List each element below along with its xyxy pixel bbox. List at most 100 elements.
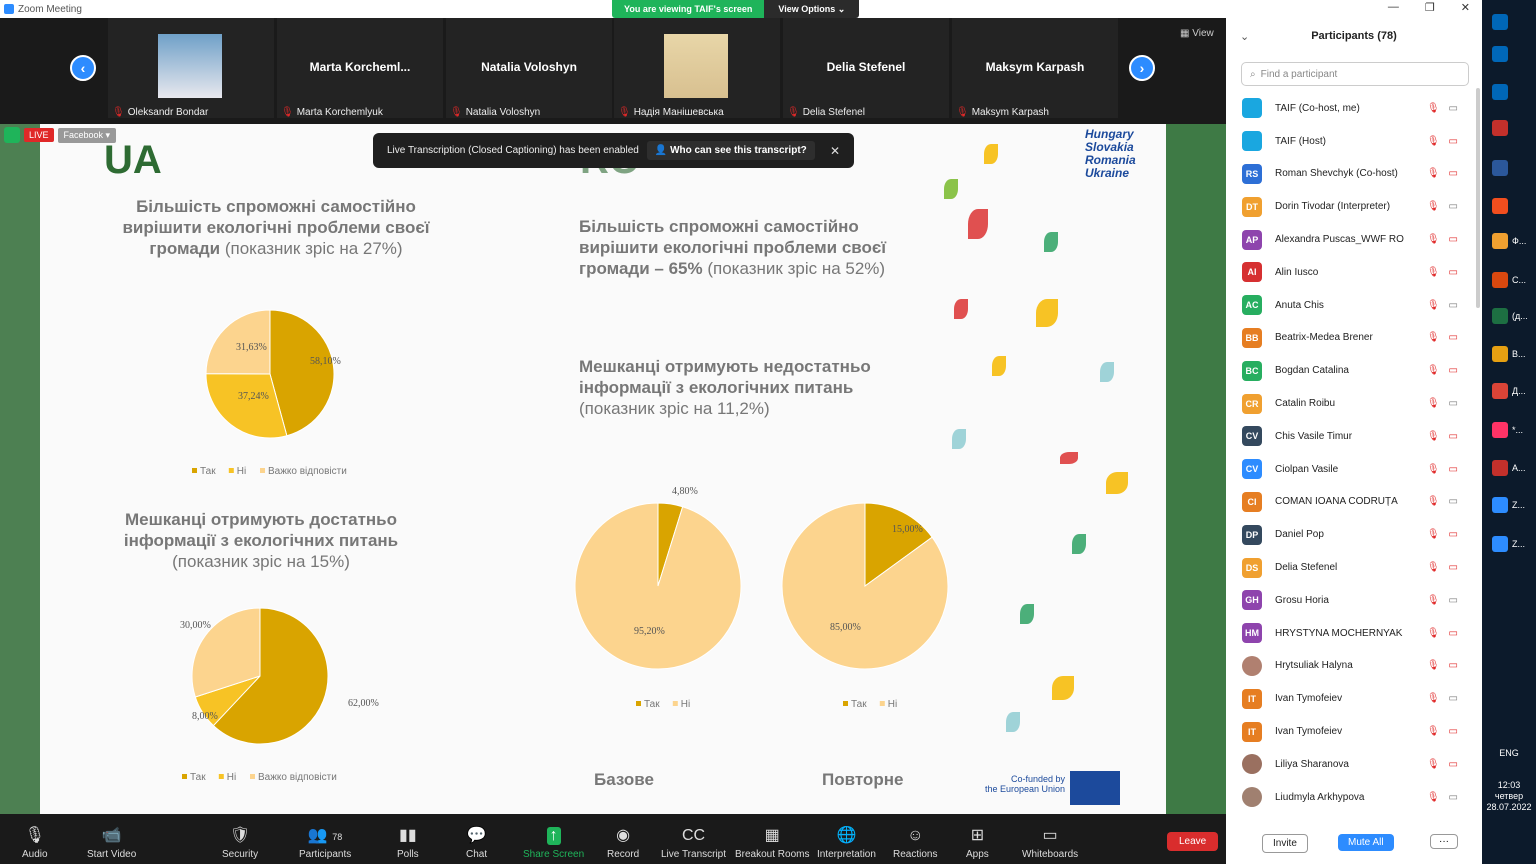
taskbar-app-icon[interactable]: [1492, 160, 1528, 176]
restore-icon[interactable]: ❐: [1425, 1, 1435, 14]
mic-muted-icon[interactable]: 🎙: [1427, 628, 1440, 639]
mic-muted-icon[interactable]: 🎙: [1427, 234, 1440, 245]
video-tile[interactable]: Delia Stefenel 🎙 Delia Stefenel: [783, 18, 949, 118]
share-screen-button[interactable]: ↑ Share Screen: [523, 814, 584, 864]
video-icon[interactable]: ▭: [1449, 398, 1458, 409]
mic-muted-icon[interactable]: 🎙: [1427, 660, 1440, 671]
video-tile[interactable]: Natalia Voloshyn 🎙 Natalia Voloshyn: [446, 18, 612, 118]
video-icon[interactable]: ▭: [1449, 529, 1458, 540]
video-icon[interactable]: ▭: [1449, 660, 1458, 671]
participant-row[interactable]: CV Ciolpan Vasile 🎙 ▭: [1242, 453, 1474, 486]
taskbar-app-icon[interactable]: А...: [1492, 460, 1528, 476]
audio-button[interactable]: 🎙 Audio: [22, 814, 48, 864]
taskbar-app-icon[interactable]: *...: [1492, 422, 1528, 438]
video-icon[interactable]: ▭: [1449, 595, 1458, 606]
participant-row[interactable]: BC Bogdan Catalina 🎙 ▭: [1242, 354, 1474, 387]
language-indicator[interactable]: ENG: [1482, 748, 1536, 758]
security-button[interactable]: 🛡 Security: [222, 814, 258, 864]
participant-row[interactable]: HM HRYSTYNA MOCHERNYAK 🎙 ▭: [1242, 617, 1474, 650]
search-input[interactable]: ⌕ Find a participant: [1241, 62, 1469, 86]
video-icon[interactable]: ▭: [1449, 234, 1458, 245]
participant-row[interactable]: IT Ivan Tymofeiev 🎙 ▭: [1242, 715, 1474, 748]
video-icon[interactable]: ▭: [1449, 628, 1458, 639]
video-icon[interactable]: ▭: [1449, 562, 1458, 573]
mic-muted-icon[interactable]: 🎙: [1427, 595, 1440, 606]
mic-muted-icon[interactable]: 🎙: [1427, 496, 1440, 507]
reactions-button[interactable]: ☺ Reactions: [893, 814, 937, 864]
mic-muted-icon[interactable]: 🎙: [1427, 103, 1440, 114]
whiteboards-button[interactable]: ▭ Whiteboards: [1022, 814, 1078, 864]
close-icon[interactable]: ✕: [1461, 1, 1470, 14]
participant-row[interactable]: Liliya Sharanova 🎙 ▭: [1242, 748, 1474, 781]
video-icon[interactable]: ▭: [1449, 168, 1458, 179]
taskbar-app-icon[interactable]: Z...: [1492, 497, 1528, 513]
close-icon[interactable]: ✕: [830, 144, 840, 158]
video-icon[interactable]: ▭: [1449, 136, 1458, 147]
apps-button[interactable]: ⊞ Apps: [966, 814, 989, 864]
interpretation-button[interactable]: 🌐 Interpretation: [817, 814, 876, 864]
clock[interactable]: 12:03 четвер 28.07.2022: [1482, 780, 1536, 813]
mic-muted-icon[interactable]: 🎙: [1427, 136, 1440, 147]
video-tile[interactable]: Marta Korcheml... 🎙 Marta Korchemlyuk: [277, 18, 443, 118]
taskbar-app-icon[interactable]: [1492, 120, 1528, 136]
record-button[interactable]: ◉ Record: [607, 814, 639, 864]
mic-muted-icon[interactable]: 🎙: [1427, 332, 1440, 343]
leave-button[interactable]: Leave: [1167, 832, 1219, 851]
video-icon[interactable]: ▭: [1449, 726, 1458, 737]
participant-row[interactable]: AP Alexandra Puscas_WWF RO 🎙 ▭: [1242, 223, 1474, 256]
video-icon[interactable]: ▭: [1449, 332, 1458, 343]
mic-muted-icon[interactable]: 🎙: [1427, 267, 1440, 278]
video-icon[interactable]: ▭: [1449, 693, 1458, 704]
breakout-rooms-button[interactable]: ▦ Breakout Rooms: [735, 814, 809, 864]
mic-muted-icon[interactable]: 🎙: [1427, 562, 1440, 573]
participant-row[interactable]: IT Ivan Tymofeiev 🎙 ▭: [1242, 682, 1474, 715]
participant-row[interactable]: Liudmyla Arkhypova 🎙 ▭: [1242, 781, 1474, 814]
view-button[interactable]: ▦ View: [1180, 28, 1214, 39]
mic-muted-icon[interactable]: 🎙: [1427, 201, 1440, 212]
next-page-icon[interactable]: ›: [1129, 55, 1155, 81]
video-tile[interactable]: 🎙 Надія Манішевська: [614, 18, 780, 118]
polls-button[interactable]: ▮▮ Polls: [397, 814, 419, 864]
mic-muted-icon[interactable]: 🎙: [1427, 300, 1440, 311]
taskbar-app-icon[interactable]: [1492, 46, 1528, 62]
video-tile[interactable]: Maksym Karpash 🎙 Maksym Karpash: [952, 18, 1118, 118]
start-video-button[interactable]: 📹 Start Video: [87, 814, 136, 864]
participant-row[interactable]: AC Anuta Chis 🎙 ▭: [1242, 289, 1474, 322]
video-tile[interactable]: 🎙 Oleksandr Bondar: [108, 18, 274, 118]
video-icon[interactable]: ▭: [1449, 267, 1458, 278]
who-can-see-button[interactable]: 👤 Who can see this transcript?: [646, 141, 815, 160]
participants-button[interactable]: 👥 78 Participants: [299, 814, 351, 864]
participant-row[interactable]: DS Delia Stefenel 🎙 ▭: [1242, 551, 1474, 584]
minimize-icon[interactable]: —: [1388, 1, 1399, 14]
participant-row[interactable]: CI COMAN IOANA CODRUȚA 🎙 ▭: [1242, 486, 1474, 519]
participant-row[interactable]: AI Alin Iusco 🎙 ▭: [1242, 256, 1474, 289]
video-icon[interactable]: ▭: [1449, 201, 1458, 212]
participant-row[interactable]: DP Daniel Pop 🎙 ▭: [1242, 518, 1474, 551]
participant-row[interactable]: DT Dorin Tivodar (Interpreter) 🎙 ▭: [1242, 190, 1474, 223]
live-transcript-button[interactable]: CC Live Transcript: [661, 814, 726, 864]
chat-button[interactable]: 💬 Chat: [466, 814, 487, 864]
scrollbar[interactable]: [1476, 88, 1480, 308]
prev-page-icon[interactable]: ‹: [70, 55, 96, 81]
mic-muted-icon[interactable]: 🎙: [1427, 168, 1440, 179]
platform-badge[interactable]: Facebook ▾: [57, 127, 117, 143]
mic-muted-icon[interactable]: 🎙: [1427, 431, 1440, 442]
participant-row[interactable]: CR Catalin Roibu 🎙 ▭: [1242, 387, 1474, 420]
taskbar-app-icon[interactable]: С...: [1492, 272, 1528, 288]
participant-row[interactable]: Hrytsuliak Halyna 🎙 ▭: [1242, 650, 1474, 683]
participant-row[interactable]: CV Chis Vasile Timur 🎙 ▭: [1242, 420, 1474, 453]
video-icon[interactable]: ▭: [1449, 464, 1458, 475]
taskbar-app-icon[interactable]: Z...: [1492, 536, 1528, 552]
mic-muted-icon[interactable]: 🎙: [1427, 693, 1440, 704]
taskbar-app-icon[interactable]: (д...: [1492, 308, 1528, 324]
live-badge[interactable]: LIVE: [24, 128, 54, 142]
video-icon[interactable]: ▭: [1449, 365, 1458, 376]
taskbar-app-icon[interactable]: [1492, 84, 1528, 100]
mic-muted-icon[interactable]: 🎙: [1427, 759, 1440, 770]
mic-muted-icon[interactable]: 🎙: [1427, 726, 1440, 737]
mute-all-button[interactable]: Mute All: [1338, 834, 1394, 851]
taskbar-app-icon[interactable]: [1492, 198, 1528, 214]
video-icon[interactable]: ▭: [1449, 103, 1458, 114]
video-icon[interactable]: ▭: [1449, 496, 1458, 507]
participant-row[interactable]: TAIF (Host) 🎙 ▭: [1242, 125, 1474, 158]
